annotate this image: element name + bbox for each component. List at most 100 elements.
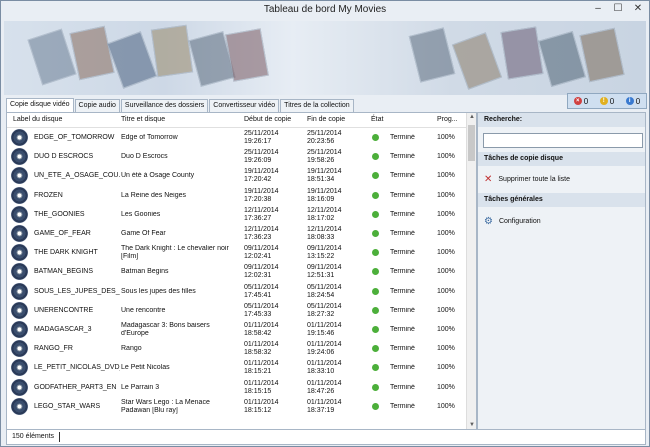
status-divider [59,432,60,442]
scroll-up-icon[interactable]: ▲ [467,114,476,120]
column-header-progress[interactable]: Prog... [437,116,458,123]
disc-title: Batman Begins [121,268,169,276]
configuration-task[interactable]: ⚙ Configuration [484,216,541,227]
success-icon [372,345,379,353]
column-header-title[interactable]: Titre et disque [121,116,165,123]
disc-icon [11,244,28,262]
info-counter[interactable]: i0 [625,97,640,106]
end-date: 01/11/2014 [307,379,342,387]
table-row[interactable]: THE_GOONIES Les Goonies 12/11/2014 17:36:27… [7,205,466,224]
state-text: Terminé [390,364,415,372]
disc-label: FROZEN [34,191,63,199]
start-date: 05/11/2014 [244,283,279,291]
poster-image [106,31,158,89]
search-input[interactable] [483,133,643,148]
state-text: Terminé [390,172,415,180]
tab-bar: Copie disque vidéo Copie audio Surveilla… [6,98,355,113]
tab-titres-collection[interactable]: Titres de la collection [280,99,354,113]
end-date: 12/11/2014 [307,206,342,214]
warning-counter[interactable]: ! 0 [599,97,614,106]
tab-convertisseur-video[interactable]: Convertisseur vidéo [209,99,280,113]
start-time: 17:45:33 [244,310,272,318]
disc-title: Une rencontre [121,306,166,314]
disc-title: Duo D Escrocs [121,153,168,161]
tab-copie-audio[interactable]: Copie audio [74,99,120,113]
close-button[interactable]: ✕ [631,3,645,14]
table-row[interactable]: FROZEN La Reine des Neiges 19/11/2014 17:20… [7,186,466,205]
end-date: 01/11/2014 [307,341,342,349]
column-header-start[interactable]: Début de copie [244,116,291,123]
end-time: 18:51:34 [307,176,335,184]
progress-text: 100% [437,345,455,353]
delete-all-task[interactable]: ✕ Supprimer toute la liste [484,174,570,185]
end-time: 18:27:32 [307,310,335,318]
success-icon [372,306,379,314]
table-row[interactable]: BATMAN_BEGINS Batman Begins 09/11/2014 12:0… [7,262,466,281]
success-icon [372,402,379,410]
table-row[interactable]: UNERENCONTRE Une rencontre 05/11/2014 17:45… [7,301,466,320]
column-header-label[interactable]: Label du disque [13,116,62,123]
table-row[interactable]: UN_ETE_A_OSAGE_COU... Un été à Osage Coun… [7,166,466,185]
start-date: 19/11/2014 [244,168,279,176]
progress-text: 100% [437,326,455,333]
start-date: 09/11/2014 [244,264,279,272]
tab-copie-disque-video[interactable]: Copie disque vidéo [6,98,74,113]
vertical-scrollbar[interactable]: ▲ ▼ [466,113,476,429]
start-date: 25/11/2014 [244,130,279,137]
end-time: 18:08:33 [307,234,335,241]
disc-title: Sous les jupes des filles [121,287,196,295]
table-row[interactable]: MADAGASCAR_3 Madagascar 3: Bons baisers d'… [7,320,466,339]
tab-surveillance-dossiers[interactable]: Surveillance des dossiers [120,99,209,113]
table-row[interactable]: LE_PETIT_NICOLAS_DVD_1 Le Petit Nicolas 01… [7,358,466,377]
scroll-down-icon[interactable]: ▼ [467,422,476,428]
start-date: 01/11/2014 [244,341,279,349]
success-icon [372,153,379,161]
title-bar: Tableau de bord My Movies – ☐ ✕ [1,1,649,21]
end-time: 18:17:02 [307,214,335,222]
disc-label: UN_ETE_A_OSAGE_COU... [34,172,120,180]
table-row[interactable]: RANGO_FR Rango 01/11/2014 18:58:32 01/11/201… [7,339,466,358]
main-window: Tableau de bord My Movies – ☐ ✕ × 0 ! 0 i0… [0,0,650,447]
disc-icon [11,321,28,338]
disc-icon [11,282,28,300]
end-date: 01/11/2014 [307,360,342,368]
start-time: 17:45:41 [244,291,272,299]
table-row[interactable]: LEGO_STAR_WARS Star Wars Lego : La Menace… [7,397,466,416]
table-row[interactable]: EDGE_OF_TOMORROW Edge of Tomorrow 25/11/20… [7,128,466,147]
status-bar: 150 éléments [6,429,646,445]
disc-title: Rango [121,345,142,353]
end-time: 13:15:22 [307,253,335,261]
column-header-end[interactable]: Fin de copie [307,116,345,123]
disc-icon [11,167,28,185]
task-sidebar: Recherche: Tâches de copie disque ✕ Supp… [477,112,646,430]
table-row[interactable]: THE DARK KNIGHT The Dark Knight : Le chev… [7,243,466,262]
column-header-state[interactable]: État [371,116,383,123]
end-time: 18:16:09 [307,195,335,203]
end-date: 19/11/2014 [307,187,342,195]
end-date: 25/11/2014 [307,130,342,137]
end-time: 18:24:54 [307,291,335,299]
maximize-button[interactable]: ☐ [611,3,625,14]
disc-title: Edge of Tomorrow [121,134,178,141]
start-time: 12:02:41 [244,253,272,261]
table-row[interactable]: SOUS_LES_JUPES_DES_FI...Sous les jupes d… [7,282,466,301]
end-time: 18:47:26 [307,387,335,395]
minimize-button[interactable]: – [591,3,605,14]
progress-text: 100% [437,249,455,257]
progress-text: 100% [437,153,455,161]
error-counter[interactable]: × 0 [573,97,588,106]
table-row[interactable]: GAME_OF_FEAR Game Of Fear 12/11/2014 17:36:… [7,224,466,243]
poster-image [69,25,115,81]
poster-image [579,27,625,83]
copy-list-panel: Label du disque Titre et disque Début de… [6,112,477,430]
disc-title: Un été à Osage County [121,172,195,180]
table-row[interactable]: GODFATHER_PART3_EN Le Parrain 3 01/11/2014… [7,378,466,397]
end-date: 05/11/2014 [307,283,342,291]
start-time: 18:58:42 [244,330,272,337]
end-date: 01/11/2014 [307,322,342,329]
success-icon [372,326,379,333]
scroll-thumb[interactable] [468,125,475,161]
progress-text: 100% [437,364,455,372]
table-row[interactable]: DUO D ESCROCS Duo D Escrocs 25/11/2014 19:2… [7,147,466,166]
progress-text: 100% [437,402,455,410]
